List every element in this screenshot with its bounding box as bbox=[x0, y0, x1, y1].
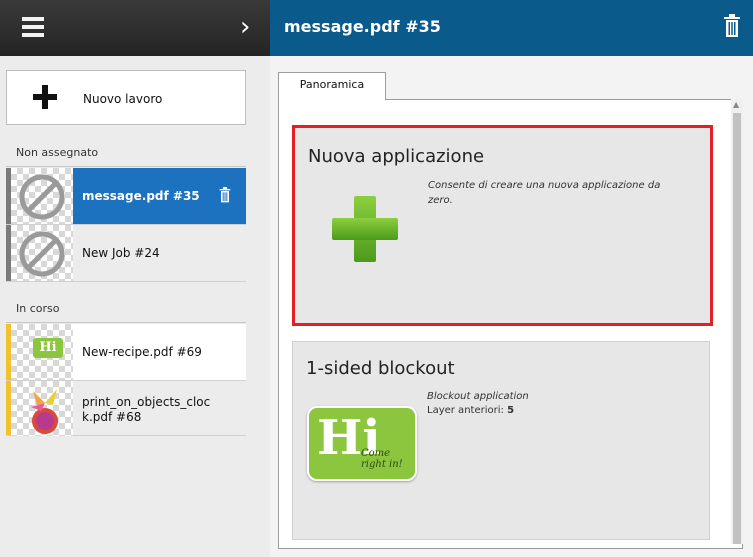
job-thumbnail: Hi bbox=[11, 324, 73, 380]
job-name: New-recipe.pdf #69 bbox=[82, 345, 202, 359]
plus-icon bbox=[33, 85, 57, 109]
trash-icon[interactable] bbox=[723, 14, 741, 38]
tagline-line1: Come bbox=[361, 448, 391, 459]
desc-line1: Consente di creare una nuova applicazion… bbox=[428, 180, 661, 191]
card-description: Consente di creare una nuova applicazion… bbox=[428, 178, 688, 208]
no-preview-icon bbox=[19, 231, 65, 277]
sidebar: Nuovo lavoro Non assegnato message.pdf #… bbox=[0, 56, 270, 557]
desc-line2: zero. bbox=[428, 195, 453, 206]
job-thumbnail bbox=[11, 225, 73, 281]
card-title: 1-sided blockout bbox=[306, 358, 455, 379]
chevron-right-icon[interactable]: › bbox=[240, 12, 250, 42]
card-title: Nuova applicazione bbox=[308, 146, 485, 167]
job-name-line1: print_on_objects_cloc bbox=[82, 395, 211, 409]
new-job-label: Nuovo lavoro bbox=[83, 92, 163, 106]
job-header: message.pdf #35 bbox=[270, 0, 753, 56]
trash-icon[interactable] bbox=[219, 187, 231, 203]
hi-logo-tagline: Come right in! bbox=[361, 448, 403, 470]
section-title-unassigned: Non assegnato bbox=[16, 146, 99, 159]
job-name-line2: k.pdf #68 bbox=[82, 410, 142, 424]
menu-icon[interactable] bbox=[22, 17, 44, 37]
tab-panoramica[interactable]: Panoramica bbox=[278, 72, 386, 100]
divider bbox=[6, 166, 246, 167]
card-meta: Layer anteriori: 5 bbox=[427, 405, 514, 416]
job-name: print_on_objects_cloc k.pdf #68 bbox=[82, 395, 210, 425]
tagline-line2: right in! bbox=[361, 459, 403, 470]
card-description: Blockout application bbox=[427, 391, 529, 402]
page-title: message.pdf #35 bbox=[284, 17, 441, 36]
new-job-button[interactable]: Nuovo lavoro bbox=[6, 70, 246, 125]
meta-value: 5 bbox=[507, 405, 515, 416]
meta-label: Layer anteriori: bbox=[427, 405, 504, 416]
job-item-message[interactable]: message.pdf #35 bbox=[6, 168, 246, 225]
no-preview-icon bbox=[19, 174, 65, 220]
job-thumbnail bbox=[11, 381, 73, 436]
divider bbox=[6, 322, 246, 323]
job-name: New Job #24 bbox=[82, 246, 160, 260]
job-item-printobjects[interactable]: print_on_objects_cloc k.pdf #68 bbox=[6, 381, 246, 436]
scroll-up-icon[interactable]: ▲ bbox=[733, 100, 739, 109]
new-application-card[interactable]: Nuova applicazione Consente di creare un… bbox=[292, 125, 713, 326]
sidebar-header: › bbox=[0, 0, 270, 56]
job-name: message.pdf #35 bbox=[82, 189, 200, 203]
hi-thumb-logo: Hi bbox=[33, 338, 63, 358]
blockout-card[interactable]: 1-sided blockout Hi Come right in! Block… bbox=[292, 341, 710, 540]
job-thumbnail bbox=[11, 168, 73, 224]
green-plus-icon bbox=[332, 196, 398, 262]
job-item-newjob[interactable]: New Job #24 bbox=[6, 225, 246, 282]
butterfly-clock-icon bbox=[31, 389, 58, 434]
scrollbar-thumb[interactable] bbox=[733, 113, 741, 544]
section-title-inprogress: In corso bbox=[16, 302, 60, 315]
job-item-newrecipe[interactable]: Hi New-recipe.pdf #69 bbox=[6, 324, 246, 381]
hi-logo: Hi Come right in! bbox=[307, 406, 417, 481]
